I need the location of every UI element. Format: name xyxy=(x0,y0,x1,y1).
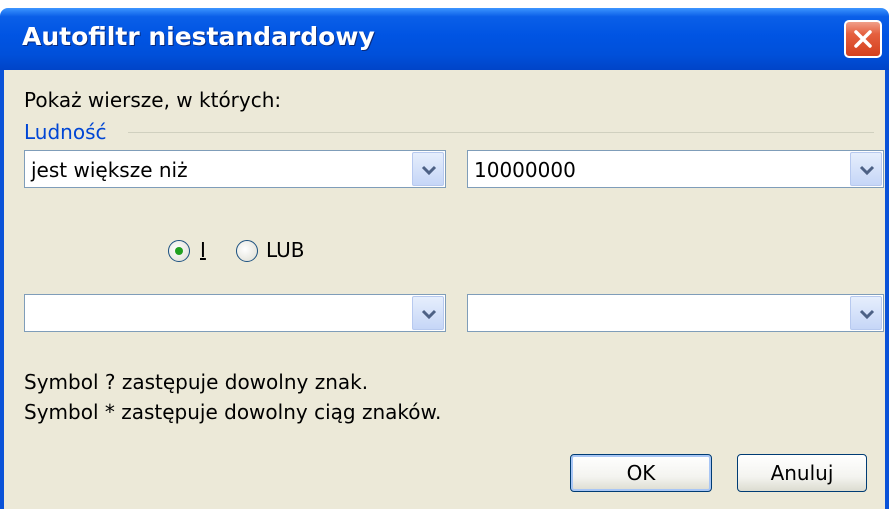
chevron-down-icon xyxy=(421,165,437,176)
operator1-dropdown-button[interactable] xyxy=(412,152,444,186)
title-bar[interactable]: Autofiltr niestandardowy xyxy=(0,8,889,70)
prompt-label: Pokaż wiersze, w których: xyxy=(24,88,282,112)
cancel-button[interactable]: Anuluj xyxy=(737,454,867,492)
ok-button[interactable]: OK xyxy=(570,454,712,492)
operator2-dropdown-button[interactable] xyxy=(412,296,444,330)
close-icon xyxy=(854,30,872,48)
or-radio-label[interactable]: LUB xyxy=(266,238,305,262)
hint-asterisk: Symbol * zastępuje dowolny ciąg znaków. xyxy=(24,400,442,424)
and-radio[interactable] xyxy=(168,240,190,262)
chevron-down-icon xyxy=(859,165,875,176)
operator1-value: jest większe niż xyxy=(31,158,188,182)
group-divider xyxy=(128,132,874,133)
value2-combobox[interactable] xyxy=(467,294,884,332)
hint-question-mark: Symbol ? zastępuje dowolny znak. xyxy=(24,370,369,394)
chevron-down-icon xyxy=(421,309,437,320)
operator1-combobox[interactable]: jest większe niż xyxy=(24,150,446,188)
and-radio-label[interactable]: I xyxy=(200,238,206,262)
chevron-down-icon xyxy=(859,309,875,320)
close-button[interactable] xyxy=(844,20,882,58)
window-title: Autofiltr niestandardowy xyxy=(22,22,375,51)
or-radio[interactable] xyxy=(236,240,258,262)
operator2-combobox[interactable] xyxy=(24,294,446,332)
dialog-body: Pokaż wiersze, w których: Ludność jest w… xyxy=(0,70,889,509)
dialog-window: Autofiltr niestandardowy Pokaż wiersze, … xyxy=(0,8,889,509)
value1-value: 10000000 xyxy=(474,158,576,182)
value2-dropdown-button[interactable] xyxy=(850,296,882,330)
value1-combobox[interactable]: 10000000 xyxy=(467,150,884,188)
radio-selected-dot xyxy=(175,247,183,255)
field-name-label: Ludność xyxy=(24,120,107,144)
value1-dropdown-button[interactable] xyxy=(850,152,882,186)
